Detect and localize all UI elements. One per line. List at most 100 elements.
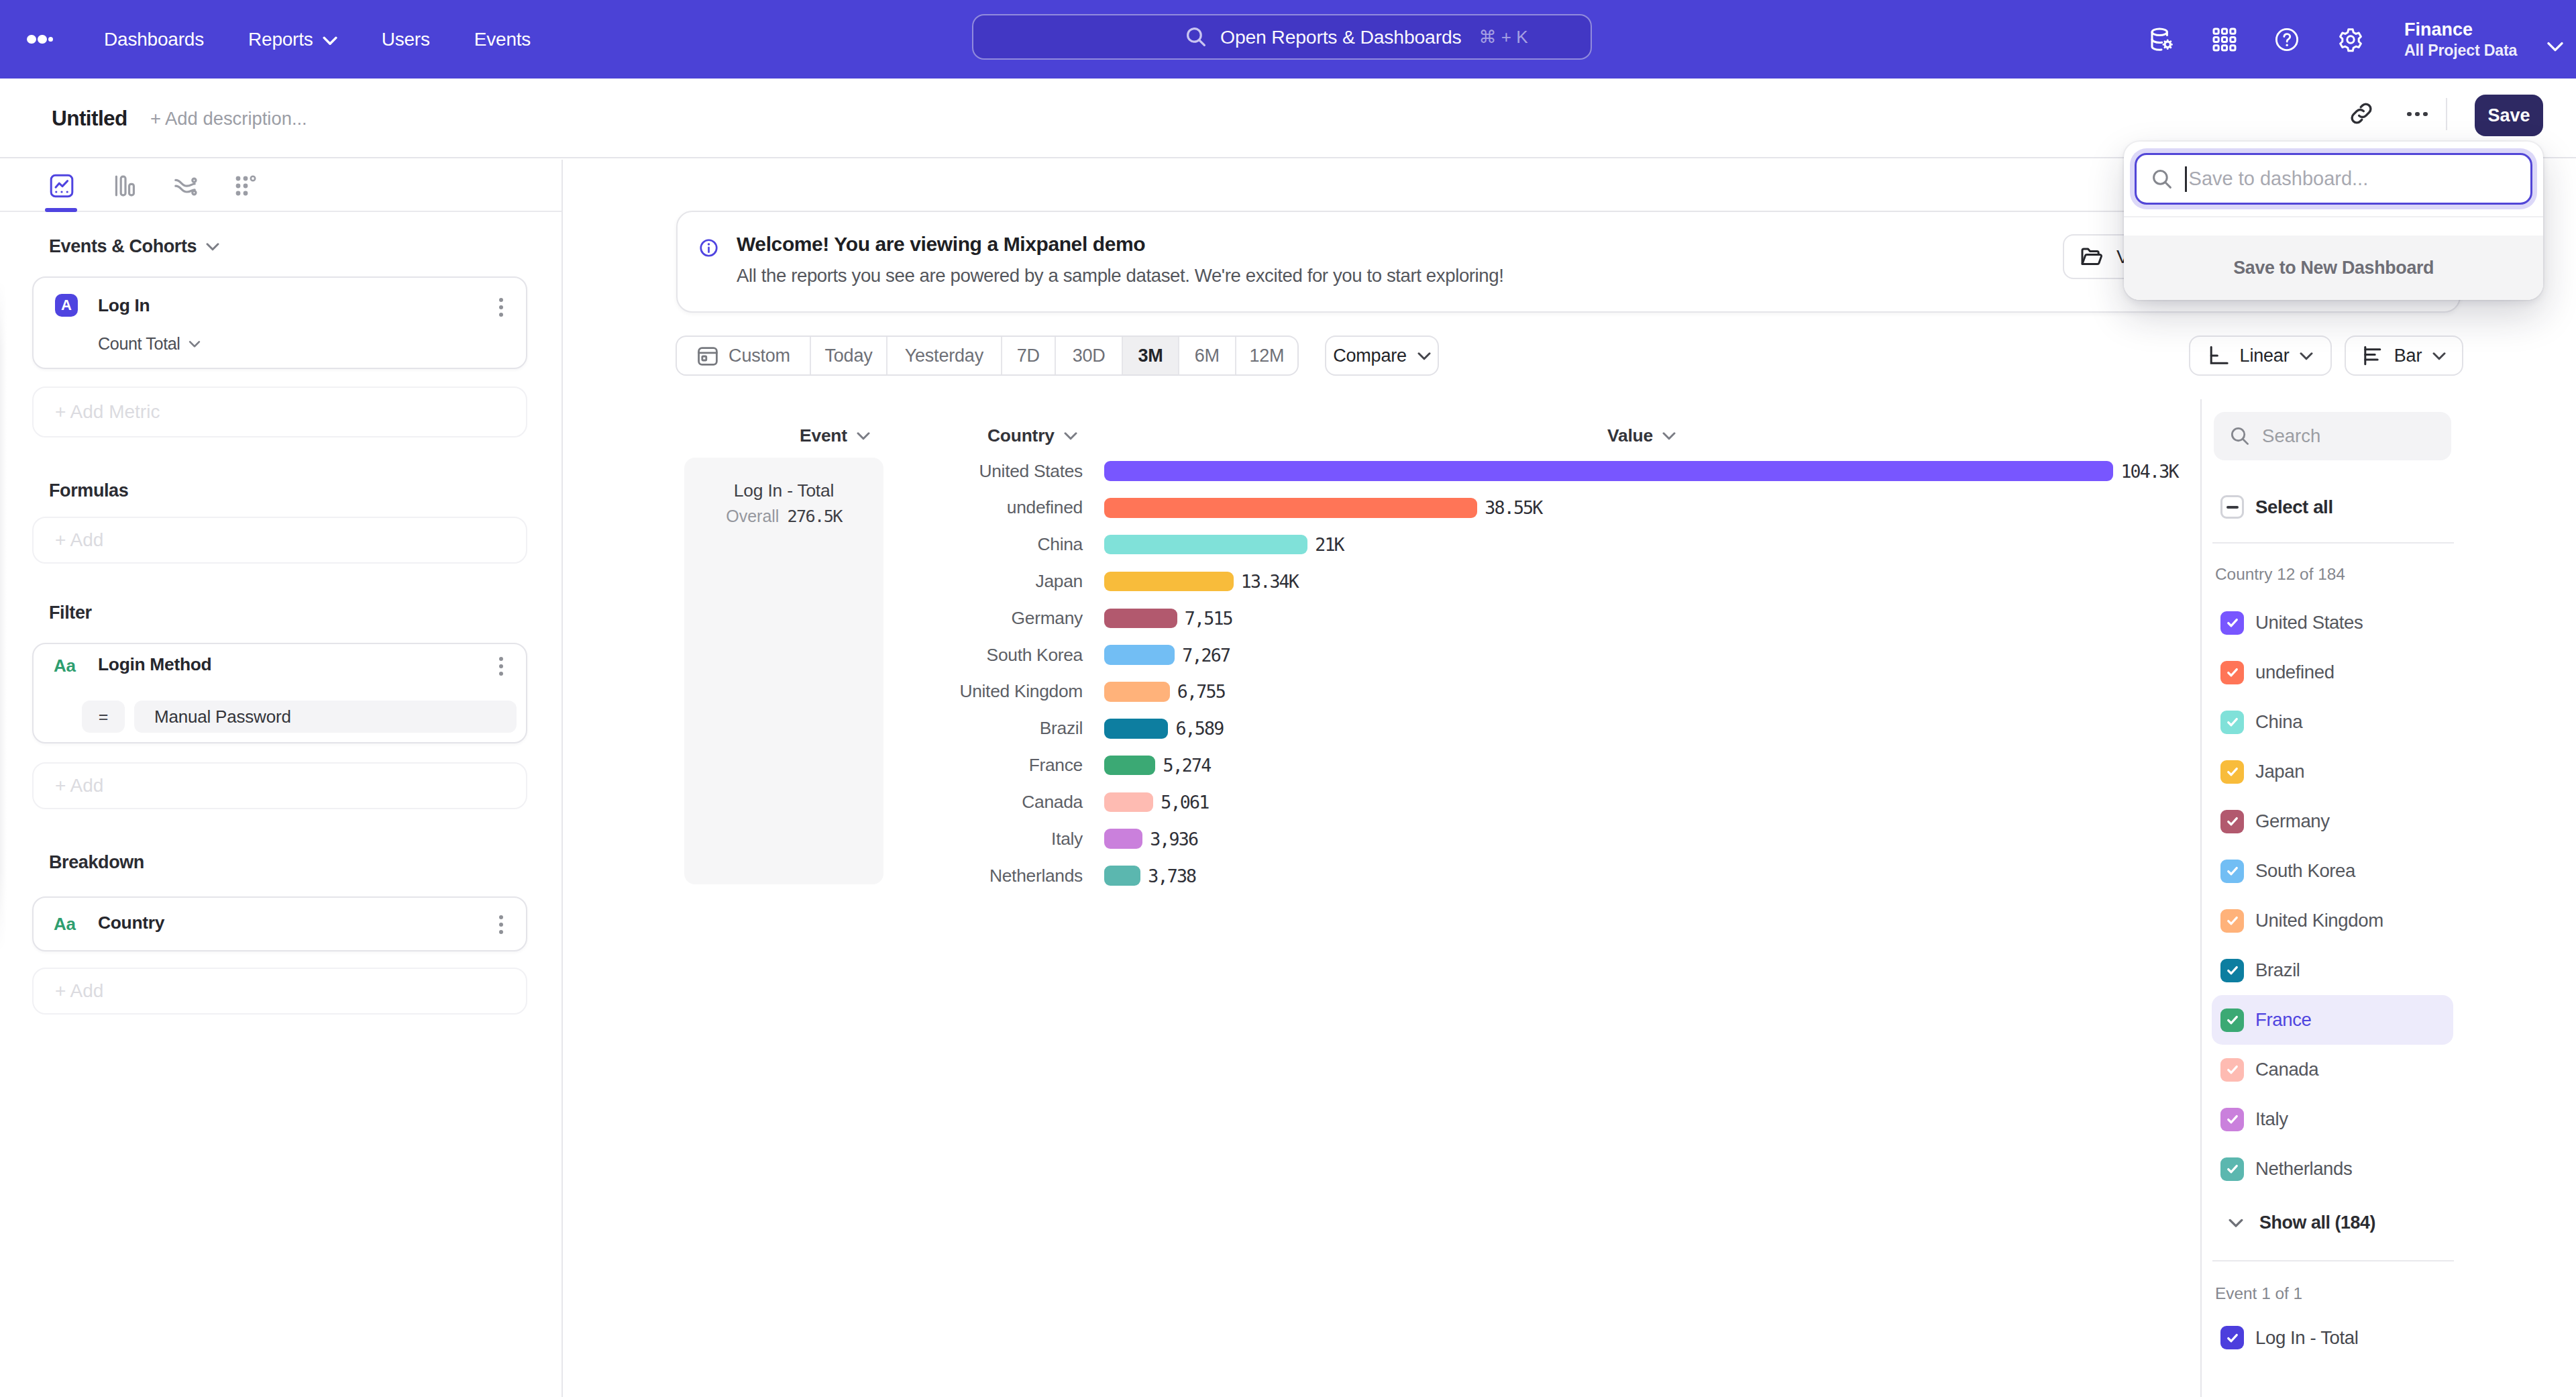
bar-value-label: 38.55K: [1485, 497, 1542, 518]
country-checkbox-netherlands[interactable]: Netherlands: [2212, 1144, 2453, 1194]
bar-south-korea[interactable]: [1104, 645, 1175, 665]
range-3m[interactable]: 3M: [1123, 337, 1179, 374]
calendar-icon: [696, 344, 719, 367]
copy-link-icon[interactable]: [2349, 101, 2373, 125]
filter-value[interactable]: Manual Password: [134, 701, 517, 733]
column-header-country[interactable]: Country: [987, 425, 1077, 446]
filter-operator[interactable]: =: [82, 701, 125, 733]
column-header-event[interactable]: Event: [800, 425, 870, 446]
bar-canada[interactable]: [1104, 792, 1153, 813]
project-switcher[interactable]: Finance All Project Data: [2404, 0, 2517, 79]
range-custom[interactable]: Custom: [677, 337, 811, 374]
select-all-checkbox[interactable]: Select all: [2220, 495, 2333, 519]
tab-bars-icon[interactable]: [112, 173, 138, 199]
metric-event-name[interactable]: Log In: [98, 295, 150, 316]
tab-retention-icon[interactable]: [233, 173, 258, 199]
filter-card-login-method[interactable]: Aa Login Method = Manual Password: [32, 643, 527, 743]
bar-category-label: undefined: [885, 497, 1083, 518]
country-checkbox-united-states[interactable]: United States: [2212, 598, 2453, 648]
range-6m[interactable]: 6M: [1179, 337, 1236, 374]
settings-gear-icon[interactable]: [2337, 26, 2364, 53]
help-icon[interactable]: [2274, 27, 2300, 52]
breakdown-options-kebab-icon[interactable]: [499, 915, 504, 934]
bar-undefined[interactable]: [1104, 498, 1477, 518]
filter-property-name[interactable]: Login Method: [98, 654, 211, 675]
country-label: France: [2255, 1009, 2311, 1031]
tab-insights-line-icon[interactable]: [49, 173, 74, 199]
column-header-value[interactable]: Value: [1607, 425, 1676, 446]
data-management-icon[interactable]: [2148, 26, 2175, 53]
bar-netherlands[interactable]: [1104, 866, 1140, 886]
bar-japan[interactable]: [1104, 572, 1233, 592]
bar-germany[interactable]: [1104, 609, 1177, 629]
breakdown-card-country[interactable]: Aa Country: [32, 896, 527, 951]
select-all-label: Select all: [2255, 497, 2333, 518]
country-checkbox-china[interactable]: China: [2212, 697, 2453, 747]
aggregation-selector[interactable]: Count Total: [98, 334, 201, 354]
bar-china[interactable]: [1104, 535, 1307, 555]
checked-checkbox-icon: [2220, 661, 2244, 684]
country-checkbox-canada[interactable]: Canada: [2212, 1045, 2453, 1094]
country-checkbox-japan[interactable]: Japan: [2212, 747, 2453, 796]
country-checkbox-united-kingdom[interactable]: United Kingdom: [2212, 896, 2453, 945]
overall-value: 276.5K: [787, 507, 841, 526]
bar-france[interactable]: [1104, 756, 1155, 776]
event-checkbox-log-in-total[interactable]: Log In - Total: [2220, 1326, 2358, 1349]
filter-options-kebab-icon[interactable]: [499, 657, 504, 676]
country-checkbox-undefined[interactable]: undefined: [2212, 648, 2453, 697]
breakdown-property-name[interactable]: Country: [98, 913, 164, 933]
save-dashboard-search-input[interactable]: Save to dashboard...: [2135, 153, 2532, 205]
column-label: Event: [800, 425, 847, 446]
chart-type-button[interactable]: Bar: [2345, 335, 2463, 376]
folder-open-icon: [2080, 247, 2103, 267]
nav-item-dashboards[interactable]: Dashboards: [104, 29, 204, 50]
formulas-label: Formulas: [49, 480, 128, 501]
tab-flows-icon[interactable]: [172, 173, 198, 199]
country-checkbox-france[interactable]: France: [2212, 995, 2453, 1045]
show-all-toggle[interactable]: Show all (184): [2229, 1212, 2375, 1233]
scale-selector-button[interactable]: Linear: [2189, 335, 2332, 376]
bar-united-kingdom[interactable]: [1104, 682, 1169, 702]
add-filter-button[interactable]: + Add: [32, 762, 527, 809]
range-today[interactable]: Today: [811, 337, 888, 374]
nav-item-users[interactable]: Users: [382, 29, 430, 50]
metric-letter-badge: A: [55, 294, 78, 317]
country-checkbox-south-korea[interactable]: South Korea: [2212, 846, 2453, 896]
add-description-field[interactable]: + Add description...: [150, 108, 307, 130]
country-label: Brazil: [2255, 960, 2300, 981]
events-cohorts-heading[interactable]: Events & Cohorts: [49, 236, 219, 257]
range-7d[interactable]: 7D: [1002, 337, 1056, 374]
global-search-button[interactable]: Open Reports & Dashboards ⌘ + K: [972, 14, 1592, 60]
nav-item-reports[interactable]: Reports: [248, 29, 337, 50]
report-title[interactable]: Untitled: [52, 106, 127, 131]
apps-grid-icon[interactable]: [2211, 26, 2238, 53]
range-30d[interactable]: 30D: [1056, 337, 1123, 374]
range-12m[interactable]: 12M: [1236, 337, 1297, 374]
range-yesterday[interactable]: Yesterday: [888, 337, 1002, 374]
range-label: 7D: [1017, 346, 1040, 366]
country-checkbox-italy[interactable]: Italy: [2212, 1094, 2453, 1144]
add-formula-button[interactable]: + Add: [32, 517, 527, 564]
compare-button[interactable]: Compare: [1325, 335, 1439, 376]
bar-united-states[interactable]: [1104, 461, 2113, 481]
add-breakdown-button[interactable]: + Add: [32, 968, 527, 1015]
overall-label: Overall: [726, 507, 779, 525]
country-checkbox-brazil[interactable]: Brazil: [2212, 945, 2453, 995]
event-total-cell[interactable]: Log In - Total Overall276.5K: [684, 458, 883, 884]
add-metric-button[interactable]: + Add Metric: [32, 386, 527, 437]
save-button[interactable]: Save: [2475, 95, 2543, 136]
bar-value-label: 5,061: [1161, 792, 1208, 813]
nav-item-events[interactable]: Events: [474, 29, 531, 50]
save-to-new-dashboard-button[interactable]: Save to New Dashboard: [2233, 258, 2434, 278]
mixpanel-logo-icon[interactable]: [27, 0, 53, 79]
metric-options-kebab-icon[interactable]: [499, 298, 504, 317]
more-options-icon[interactable]: [2407, 103, 2431, 125]
bar-italy[interactable]: [1104, 829, 1142, 849]
checkmark-icon: [2225, 1062, 2240, 1077]
country-checkbox-germany[interactable]: Germany: [2212, 796, 2453, 846]
filter-search-input[interactable]: Search: [2214, 412, 2451, 460]
chevron-down-icon: [2300, 352, 2313, 361]
bar-brazil[interactable]: [1104, 719, 1168, 739]
metric-card-log-in[interactable]: A Log In Count Total: [32, 276, 527, 369]
chart-type-label: Bar: [2394, 346, 2422, 366]
